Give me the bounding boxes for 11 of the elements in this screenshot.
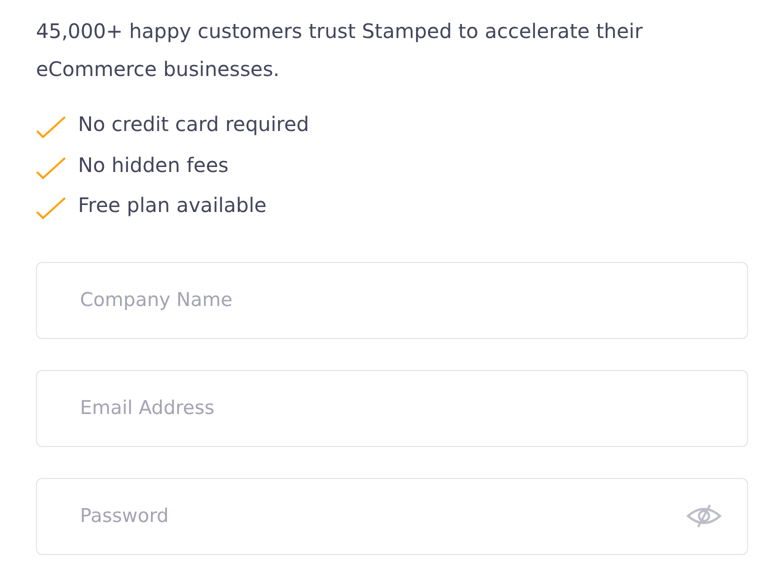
checkmark-icon — [36, 156, 66, 180]
password-field[interactable]: Password — [36, 478, 748, 554]
intro-text: 45,000+ happy customers trust Stamped to accelerate their eCommerce businesses. — [36, 18, 644, 83]
hidden-eye-icon[interactable] — [686, 502, 722, 528]
benefit-text: Free plan available — [78, 193, 267, 218]
benefit-text: No hidden fees — [78, 152, 229, 177]
checkmark-icon — [36, 115, 66, 140]
checkmark-icon — [36, 196, 66, 220]
benefit-text: No credit card required — [78, 112, 310, 136]
input-field[interactable]: Email Address — [36, 370, 748, 446]
input-field[interactable]: Company Name — [36, 262, 748, 338]
